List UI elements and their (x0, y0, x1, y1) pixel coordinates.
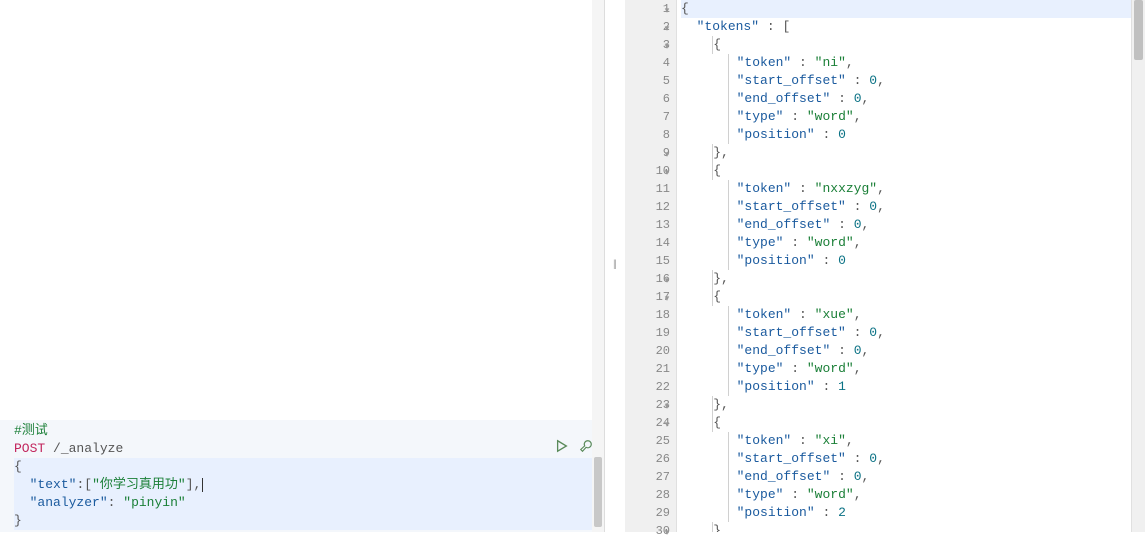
line-number: 10▾ (625, 162, 670, 180)
line-number: 28 (625, 486, 670, 504)
line-number: 18 (625, 306, 670, 324)
line-number: 29 (625, 504, 670, 522)
body-analyzer-line: "analyzer": "pinyin" (14, 494, 604, 512)
line-number: 11 (625, 180, 670, 198)
code-line: { (681, 162, 1145, 180)
line-number: 4 (625, 54, 670, 72)
code-line: { (681, 0, 1145, 18)
line-number: 21 (625, 360, 670, 378)
line-number: 30▾ (625, 522, 670, 540)
code-line: "start_offset" : 0, (681, 198, 1145, 216)
line-number: 15 (625, 252, 670, 270)
code-line: "end_offset" : 0, (681, 216, 1145, 234)
fold-marker-icon[interactable]: ▾ (662, 524, 672, 542)
line-number: 3▾ (625, 36, 670, 54)
line-number: 22 (625, 378, 670, 396)
text-cursor (202, 478, 203, 492)
request-editor-pane[interactable]: #测试 POST /_analyze { "text":["你学习真用功"], … (0, 0, 605, 532)
left-scrollbar-thumb[interactable] (594, 457, 602, 527)
left-scrollbar[interactable] (592, 0, 604, 532)
code-line: { (681, 36, 1145, 54)
line-number: 9▾ (625, 144, 670, 162)
code-line: }, (681, 396, 1145, 414)
line-number: 13 (625, 216, 670, 234)
right-scrollbar-thumb[interactable] (1134, 0, 1143, 60)
code-line: }, (681, 522, 1145, 532)
line-number: 1▾ (625, 0, 670, 18)
line-number: 23▾ (625, 396, 670, 414)
code-line: }, (681, 270, 1145, 288)
action-icons (554, 438, 594, 454)
line-number: 25 (625, 432, 670, 450)
code-line: "end_offset" : 0, (681, 342, 1145, 360)
line-number: 16▾ (625, 270, 670, 288)
line-number-gutter: 1▾2▾3▾456789▾10▾111213141516▾17▾18192021… (625, 0, 677, 532)
line-number: 2▾ (625, 18, 670, 36)
code-line: "type" : "word", (681, 234, 1145, 252)
code-line: "start_offset" : 0, (681, 450, 1145, 468)
body-close: } (14, 512, 604, 530)
line-number: 6 (625, 90, 670, 108)
code-line: "end_offset" : 0, (681, 468, 1145, 486)
body-open: { (14, 458, 604, 476)
pane-divider[interactable]: ‖ (605, 0, 625, 532)
code-line: "type" : "word", (681, 360, 1145, 378)
code-line: "position" : 0 (681, 252, 1145, 270)
line-number: 26 (625, 450, 670, 468)
code-line: "end_offset" : 0, (681, 90, 1145, 108)
code-line: "token" : "nxxzyg", (681, 180, 1145, 198)
line-number: 14 (625, 234, 670, 252)
comment-line: #测试 (14, 422, 604, 440)
editor-empty-area (0, 0, 604, 420)
code-line: "token" : "ni", (681, 54, 1145, 72)
request-line: POST /_analyze (14, 440, 604, 458)
right-scrollbar[interactable] (1131, 0, 1145, 532)
request-code-block[interactable]: #测试 POST /_analyze { "text":["你学习真用功"], … (0, 420, 604, 532)
run-icon[interactable] (554, 438, 570, 454)
line-number: 7 (625, 108, 670, 126)
line-number: 8 (625, 126, 670, 144)
code-line: "position" : 2 (681, 504, 1145, 522)
body-text-line: "text":["你学习真用功"], (14, 476, 604, 494)
code-line: "type" : "word", (681, 108, 1145, 126)
line-number: 27 (625, 468, 670, 486)
response-code[interactable]: { "tokens" : [ { "token" : "ni", "start_… (677, 0, 1145, 532)
code-line: }, (681, 144, 1145, 162)
line-number: 20 (625, 342, 670, 360)
code-line: { (681, 288, 1145, 306)
code-line: "token" : "xi", (681, 432, 1145, 450)
divider-handle-icon[interactable]: ‖ (613, 258, 617, 274)
line-number: 17▾ (625, 288, 670, 306)
response-pane[interactable]: 1▾2▾3▾456789▾10▾111213141516▾17▾18192021… (625, 0, 1145, 532)
code-line: "start_offset" : 0, (681, 72, 1145, 90)
code-line: "position" : 0 (681, 126, 1145, 144)
code-line: "tokens" : [ (681, 18, 1145, 36)
line-number: 5 (625, 72, 670, 90)
line-number: 19 (625, 324, 670, 342)
code-line: { (681, 414, 1145, 432)
line-number: 12 (625, 198, 670, 216)
code-line: "token" : "xue", (681, 306, 1145, 324)
code-line: "position" : 1 (681, 378, 1145, 396)
line-number: 24▾ (625, 414, 670, 432)
code-line: "start_offset" : 0, (681, 324, 1145, 342)
code-line: "type" : "word", (681, 486, 1145, 504)
